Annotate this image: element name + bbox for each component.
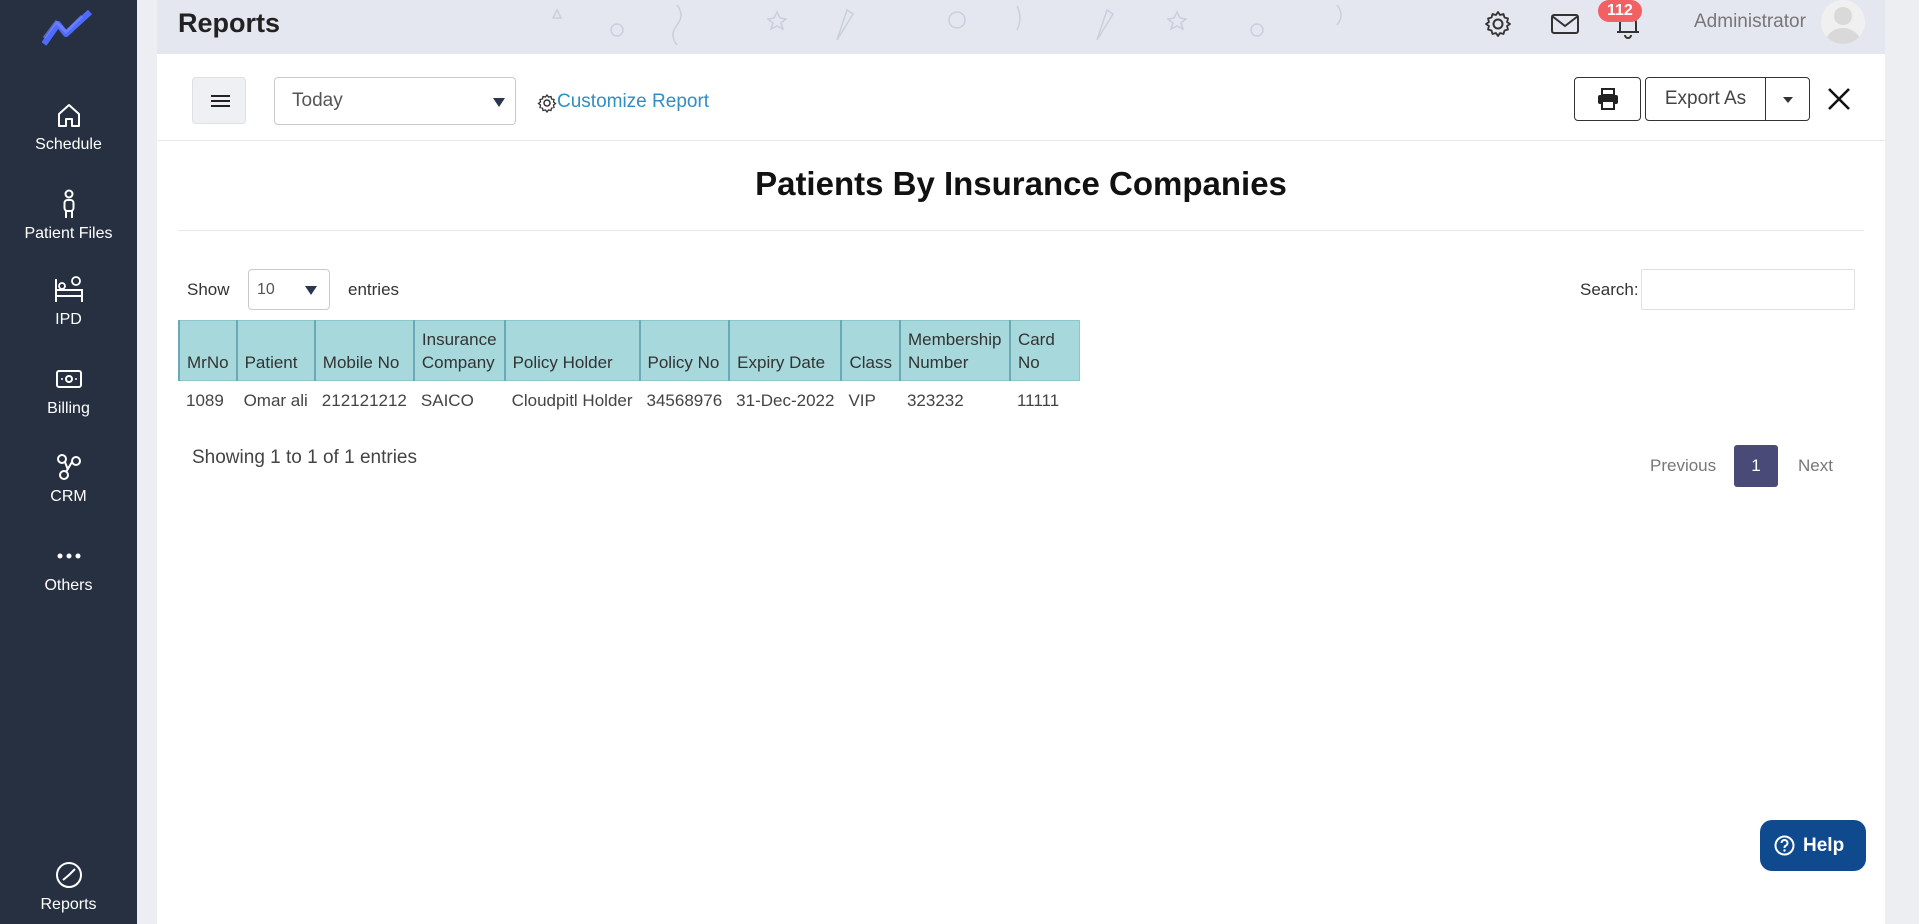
column-header[interactable]: Policy No	[638, 320, 730, 381]
caret-down-icon	[1783, 97, 1793, 103]
help-button[interactable]: Help	[1760, 820, 1866, 871]
pagination-previous[interactable]: Previous	[1650, 456, 1716, 476]
top-bar: Reports 112 Administrator	[157, 0, 1885, 54]
print-button[interactable]	[1574, 77, 1641, 121]
mail-icon[interactable]	[1549, 8, 1581, 40]
caret-down-icon	[305, 286, 317, 295]
table-row[interactable]: 1089 Omar ali 212121212 SAICO Cloudpitl …	[179, 381, 1080, 422]
entries-label: entries	[348, 280, 400, 299]
decorative-pattern	[551, 4, 1342, 46]
divider	[178, 230, 1864, 231]
column-header[interactable]: MrNo	[178, 320, 238, 381]
table-cell: 1089	[186, 391, 224, 410]
close-icon[interactable]	[1827, 87, 1851, 111]
table-cell: 212121212	[321, 391, 407, 410]
home-icon	[57, 104, 80, 127]
column-header[interactable]: Expiry Date	[728, 320, 842, 381]
sidebar-item-billing[interactable]: Billing	[0, 364, 137, 418]
table-info: Showing 1 to 1 of 1 entries	[192, 447, 417, 468]
question-icon	[1774, 835, 1795, 856]
caret-down-icon	[493, 98, 505, 107]
sidebar-item-label: Others	[44, 577, 93, 594]
gear-icon	[537, 93, 557, 113]
sidebar-item-label: Schedule	[35, 136, 102, 153]
sidebar-item-reports[interactable]: Reports	[0, 860, 137, 914]
bed-icon	[54, 276, 83, 302]
date-range-value: Today	[292, 90, 343, 111]
customize-report-link[interactable]: Customize Report	[537, 91, 710, 113]
search-label: Search:	[1580, 280, 1639, 299]
printer-icon	[1598, 88, 1618, 110]
sidebar-item-label: IPD	[55, 311, 82, 328]
more-icon	[57, 553, 80, 559]
table-cell: 31-Dec-2022	[736, 391, 835, 410]
help-label: Help	[1803, 835, 1845, 856]
sidebar: Schedule Patient Files IPD Billing CRM O…	[0, 0, 137, 924]
customize-report-label: Customize Report	[557, 91, 710, 112]
search-input[interactable]	[1641, 269, 1855, 310]
person-icon	[63, 189, 74, 218]
user-name[interactable]: Administrator	[1694, 11, 1806, 33]
table-cell: 323232	[906, 391, 964, 410]
page-title: Reports	[178, 8, 281, 38]
export-dropdown-toggle[interactable]	[1765, 77, 1810, 121]
sidebar-item-crm[interactable]: CRM	[0, 452, 137, 506]
show-label: Show	[187, 280, 230, 299]
column-header[interactable]: Policy Holder	[503, 320, 641, 381]
table-cell: SAICO	[420, 391, 474, 410]
report-table: MrNo Patient Mobile No Insurance Company…	[178, 320, 1081, 422]
sidebar-item-patient-files[interactable]: Patient Files	[0, 189, 137, 243]
table-cell: VIP	[848, 391, 876, 410]
table-cell: 11111	[1016, 391, 1060, 410]
page-length-select[interactable]: 10	[248, 269, 330, 310]
notification-badge[interactable]: 112	[1598, 0, 1642, 22]
table-header-row: MrNo Patient Mobile No Insurance Company…	[178, 320, 1081, 381]
column-header[interactable]: Class	[840, 320, 901, 381]
column-header[interactable]: Membership Number	[898, 320, 1011, 381]
scrollbar[interactable]	[1885, 0, 1919, 924]
table-cell: 34568976	[646, 391, 723, 410]
sidebar-item-others[interactable]: Others	[0, 541, 137, 595]
avatar[interactable]	[1821, 0, 1865, 44]
sidebar-item-schedule[interactable]: Schedule	[0, 100, 137, 154]
sidebar-item-label: Billing	[47, 400, 90, 417]
gear-icon[interactable]	[1482, 8, 1514, 40]
reports-icon	[55, 862, 82, 888]
sidebar-item-ipd[interactable]: IPD	[0, 275, 137, 329]
main-panel: Reports 112 Administrator Today Customiz…	[157, 0, 1885, 924]
pagination-page-current[interactable]: 1	[1734, 445, 1778, 487]
page-length-value: 10	[257, 281, 275, 298]
menu-toggle-button[interactable]	[192, 77, 246, 124]
sidebar-item-label: Reports	[40, 896, 97, 913]
column-header[interactable]: Card No	[1008, 320, 1081, 381]
app-logo[interactable]	[42, 8, 94, 48]
crm-icon	[56, 454, 81, 480]
sidebar-item-label: Patient Files	[24, 225, 113, 242]
table-cell: Cloudpitl Holder	[511, 391, 633, 410]
column-header[interactable]: Insurance Company	[412, 320, 506, 381]
divider	[157, 140, 1885, 141]
date-range-select[interactable]: Today	[274, 77, 516, 125]
cash-icon	[55, 370, 82, 388]
pagination-next[interactable]: Next	[1798, 456, 1833, 476]
export-as-button[interactable]: Export As	[1645, 77, 1766, 121]
column-header[interactable]: Patient	[235, 320, 316, 381]
sidebar-item-label: CRM	[50, 488, 87, 505]
table-cell: Omar ali	[243, 391, 308, 410]
report-title: Patients By Insurance Companies	[755, 165, 1287, 202]
column-header[interactable]: Mobile No	[313, 320, 415, 381]
